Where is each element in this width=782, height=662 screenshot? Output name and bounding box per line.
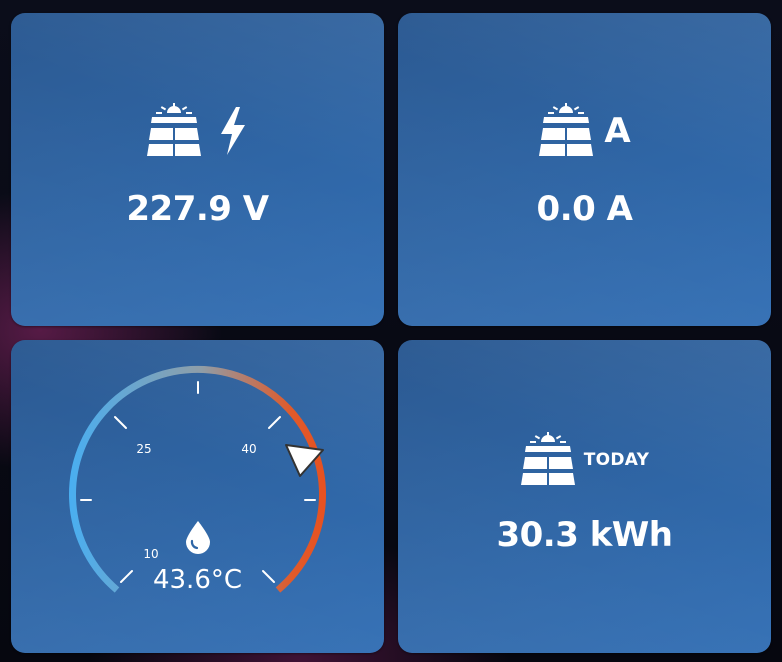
today-label: TODAY (583, 450, 650, 470)
current-unit-symbol: A (604, 111, 631, 151)
solar-panel-icon (520, 432, 575, 485)
energy-value: 30.3 kWh (496, 515, 673, 555)
temperature-gauge-card[interactable]: 25 40 10 43.6°C (11, 340, 384, 653)
energy-icon-row: TODAY (398, 428, 771, 492)
solar-panel-icon (539, 103, 594, 156)
voltage-icon-row (11, 99, 384, 163)
current-card[interactable]: A 0.0 A (398, 13, 771, 326)
temperature-gauge: 25 40 10 (69, 365, 326, 593)
voltage-value: 227.9 V (126, 189, 269, 229)
gauge-arc (69, 365, 326, 593)
solar-panel-icon (146, 103, 201, 156)
tick-label-40: 40 (241, 442, 256, 456)
energy-today-card[interactable]: TODAY 30.3 kWh (398, 340, 771, 653)
lightning-bolt-icon (220, 107, 245, 155)
tick-label-10: 10 (143, 547, 158, 561)
temperature-value: 43.6°C (152, 565, 243, 595)
voltage-card[interactable]: 227.9 V (11, 13, 384, 326)
tick-label-25: 25 (136, 442, 151, 456)
water-drop-icon (186, 521, 210, 554)
current-icon-row: A (398, 99, 771, 163)
current-value: 0.0 A (536, 189, 633, 229)
